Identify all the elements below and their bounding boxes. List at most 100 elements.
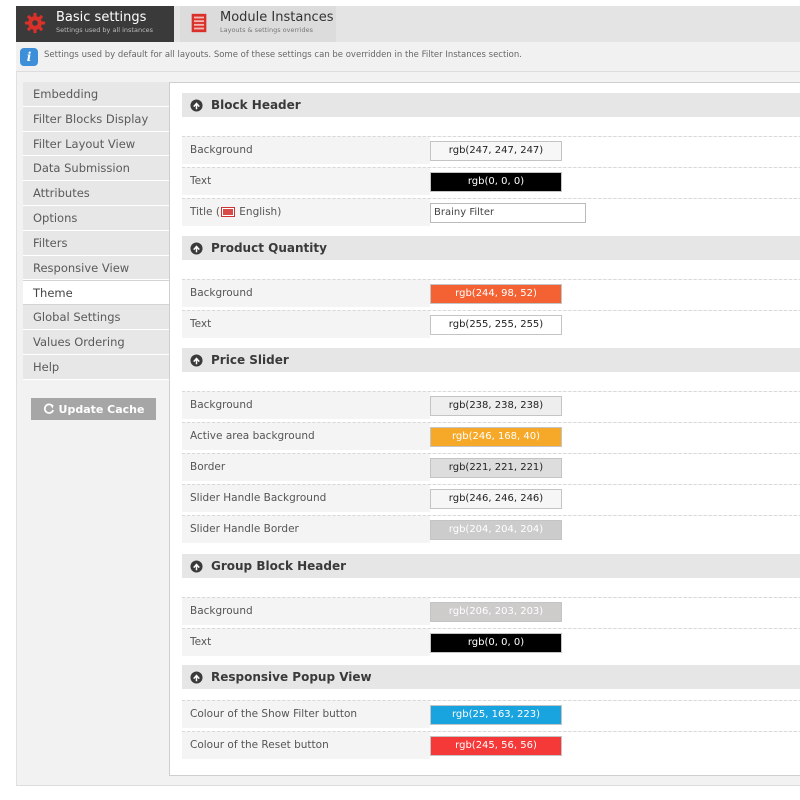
setting-label: Background [190, 605, 253, 617]
setting-field-cell: rgb(25, 163, 223) [430, 701, 800, 729]
settings-frame: Embedding Filter Blocks Display Filter Lay… [16, 72, 800, 786]
setting-label: Border [190, 461, 226, 473]
section-header-price-slider: Price Slider [182, 348, 800, 372]
setting-field-cell: rgb(246, 246, 246) [430, 485, 800, 513]
setting-row: Slider Handle Background rgb(246, 246, 24… [182, 484, 800, 513]
sidebar-item-help[interactable]: Help [23, 354, 169, 380]
setting-label: Title ( English) [190, 206, 281, 218]
color-picker-input[interactable]: rgb(204, 204, 204) [430, 520, 562, 540]
setting-label: Slider Handle Border [190, 523, 299, 535]
section-title: Product Quantity [211, 241, 327, 255]
setting-label: Active area background [190, 430, 315, 442]
gear-icon [24, 12, 46, 34]
setting-row: Background rgb(247, 247, 247) [182, 136, 800, 165]
refresh-icon [43, 403, 54, 414]
setting-field-cell: rgb(244, 98, 52) [430, 280, 800, 308]
setting-label: Background [190, 287, 253, 299]
section-toggle-icon [190, 670, 203, 684]
setting-field-cell: rgb(255, 255, 255) [430, 311, 800, 339]
setting-label-prefix: Title ( [190, 206, 220, 218]
color-picker-input[interactable]: rgb(246, 168, 40) [430, 427, 562, 447]
tab-basic-settings-title: Basic settings [56, 10, 147, 25]
sidebar-item-filter-blocks-display[interactable]: Filter Blocks Display [23, 106, 169, 132]
top-tab-bar: Basic settings Settings used by all inst… [16, 6, 800, 42]
info-bar: i Settings used by default for all layou… [16, 42, 800, 72]
setting-row: Title ( English) Brainy Filter [182, 198, 800, 227]
color-picker-input[interactable]: rgb(0, 0, 0) [430, 172, 562, 192]
sidebar-item-options[interactable]: Options [23, 205, 169, 231]
tab-module-instances[interactable]: Module Instances Layouts & settings over… [180, 6, 336, 42]
setting-label: Text [190, 636, 212, 648]
update-cache-label: Update Cache [58, 402, 145, 416]
setting-field-cell: rgb(245, 56, 56) [430, 732, 800, 760]
setting-row: Colour of the Reset button rgb(245, 56, 5… [182, 731, 800, 760]
setting-label: Text [190, 318, 212, 330]
info-text: Settings used by default for all layouts… [44, 50, 522, 60]
sidebar-item-data-submission[interactable]: Data Submission [23, 156, 169, 182]
setting-row: Active area background rgb(246, 168, 40) [182, 422, 800, 451]
color-picker-input[interactable]: rgb(0, 0, 0) [430, 633, 562, 653]
color-picker-input[interactable]: rgb(238, 238, 238) [430, 396, 562, 416]
sidebar-item-filters[interactable]: Filters [23, 230, 169, 256]
sidebar-nav: Embedding Filter Blocks Display Filter Lay… [23, 82, 169, 380]
setting-field-cell: Brainy Filter [430, 199, 800, 227]
section-title: Responsive Popup View [211, 670, 372, 684]
section-header-product-quantity: Product Quantity [182, 236, 800, 260]
setting-row: Text rgb(255, 255, 255) [182, 310, 800, 339]
setting-field-cell: rgb(221, 221, 221) [430, 454, 800, 482]
setting-row: Background rgb(244, 98, 52) [182, 279, 800, 308]
section-toggle-icon [190, 353, 203, 367]
update-cache-button[interactable]: Update Cache [31, 398, 156, 420]
sidebar-item-embedding[interactable]: Embedding [23, 82, 169, 107]
setting-field-cell: rgb(206, 203, 203) [430, 598, 800, 626]
tab-basic-settings[interactable]: Basic settings Settings used by all inst… [16, 6, 174, 42]
section-toggle-icon [190, 559, 203, 573]
sidebar-item-global-settings[interactable]: Global Settings [23, 305, 169, 330]
setting-field-cell: rgb(247, 247, 247) [430, 137, 800, 165]
tab-module-instances-subtitle: Layouts & settings overrides [220, 26, 314, 34]
color-picker-input[interactable]: rgb(245, 56, 56) [430, 736, 562, 756]
setting-row: Border rgb(221, 221, 221) [182, 453, 800, 482]
section-title: Price Slider [211, 353, 289, 367]
setting-row: Text rgb(0, 0, 0) [182, 628, 800, 657]
sidebar-item-values-ordering[interactable]: Values Ordering [23, 329, 169, 355]
module-icon [191, 13, 207, 33]
setting-field-cell: rgb(0, 0, 0) [430, 168, 800, 196]
theme-settings-panel: Block Header Background rgb(247, 247, 247)… [169, 82, 800, 776]
sidebar-item-filter-layout-view[interactable]: Filter Layout View [23, 131, 169, 157]
setting-label: Background [190, 399, 253, 411]
section-header-group-block-header: Group Block Header [182, 554, 800, 578]
color-picker-input[interactable]: rgb(244, 98, 52) [430, 284, 562, 304]
sidebar-item-responsive-view[interactable]: Responsive View [23, 255, 169, 281]
setting-field-cell: rgb(246, 168, 40) [430, 423, 800, 451]
section-header-block-header: Block Header [182, 93, 800, 117]
title-text-input[interactable]: Brainy Filter [430, 203, 586, 223]
setting-label: Colour of the Reset button [190, 739, 329, 751]
setting-field-cell: rgb(238, 238, 238) [430, 392, 800, 420]
color-picker-input[interactable]: rgb(255, 255, 255) [430, 315, 562, 335]
setting-row: Text rgb(0, 0, 0) [182, 167, 800, 196]
color-picker-input[interactable]: rgb(221, 221, 221) [430, 458, 562, 478]
setting-field-cell: rgb(204, 204, 204) [430, 516, 800, 544]
section-header-responsive-popup-view: Responsive Popup View [182, 665, 800, 689]
uk-flag-icon [220, 207, 235, 217]
info-icon: i [20, 48, 38, 66]
color-picker-input[interactable]: rgb(25, 163, 223) [430, 705, 562, 725]
setting-label: Slider Handle Background [190, 492, 327, 504]
setting-label: Text [190, 175, 212, 187]
setting-label-suffix: English) [235, 206, 282, 218]
sidebar-item-attributes[interactable]: Attributes [23, 181, 169, 206]
sidebar-item-theme[interactable]: Theme [23, 280, 169, 306]
section-title: Group Block Header [211, 559, 347, 573]
tab-module-instances-title: Module Instances [220, 10, 334, 25]
setting-row: Background rgb(206, 203, 203) [182, 597, 800, 626]
tab-basic-settings-subtitle: Settings used by all instances [56, 26, 154, 34]
section-toggle-icon [190, 98, 203, 112]
setting-row: Slider Handle Border rgb(204, 204, 204) [182, 515, 800, 544]
setting-label: Colour of the Show Filter button [190, 708, 358, 720]
color-picker-input[interactable]: rgb(206, 203, 203) [430, 602, 562, 622]
section-title: Block Header [211, 98, 301, 112]
color-picker-input[interactable]: rgb(246, 246, 246) [430, 489, 562, 509]
setting-row: Background rgb(238, 238, 238) [182, 391, 800, 420]
color-picker-input[interactable]: rgb(247, 247, 247) [430, 141, 562, 161]
